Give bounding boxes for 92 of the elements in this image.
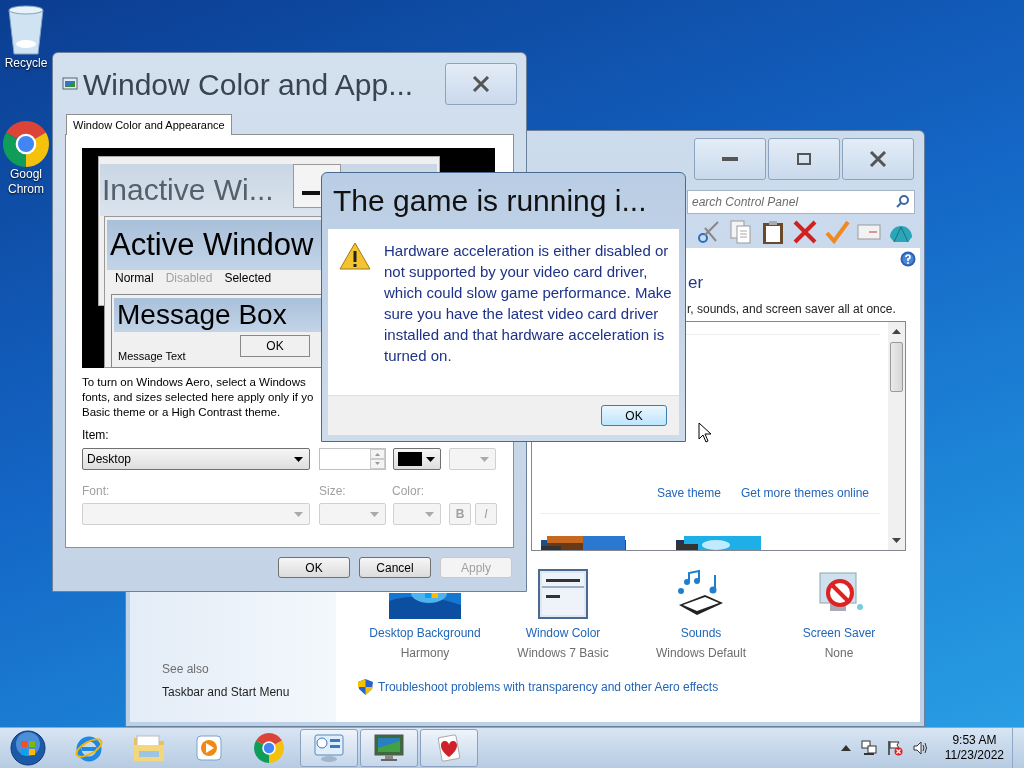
nav-link[interactable]: Taskbar and Start Menu bbox=[162, 684, 336, 700]
note-text: fonts, and sizes selected here apply only if yo bbox=[82, 390, 314, 405]
color-dropdown[interactable] bbox=[449, 448, 496, 470]
caret-icon bbox=[425, 511, 434, 517]
menu-item[interactable]: Normal bbox=[115, 270, 154, 286]
dialog-title: The game is running i... bbox=[333, 183, 647, 219]
page-heading: er bbox=[688, 272, 704, 294]
warning-icon bbox=[339, 242, 371, 270]
windows-logo-icon bbox=[10, 730, 46, 766]
link[interactable]: Save theme bbox=[656, 484, 721, 502]
delete-icon[interactable] bbox=[792, 219, 818, 245]
window-icon bbox=[62, 76, 78, 92]
link[interactable]: Troubleshoot problems with transparency and other Aero effects bbox=[378, 679, 719, 695]
scroll-up-icon[interactable] bbox=[892, 328, 901, 334]
caret-icon bbox=[370, 511, 379, 517]
help-icon[interactable] bbox=[900, 251, 916, 267]
taskbar-button[interactable] bbox=[300, 729, 358, 767]
shield-icon bbox=[358, 679, 373, 695]
setting-value: Harmony bbox=[400, 645, 450, 661]
maximize-icon bbox=[797, 153, 811, 165]
window-icon[interactable] bbox=[538, 569, 588, 619]
menu-item[interactable]: Selected bbox=[224, 270, 272, 286]
setting-value: Windows Default bbox=[655, 645, 746, 661]
message-text: Message Text bbox=[118, 349, 186, 363]
minimize-icon bbox=[302, 191, 320, 195]
icon-label: Recycle bbox=[4, 56, 48, 71]
dialog-button[interactable]: OK bbox=[278, 557, 350, 578]
note-text: Basic theme or a High Contrast theme. bbox=[82, 405, 281, 420]
color-button[interactable] bbox=[393, 448, 441, 470]
icon-label: Chrom bbox=[8, 182, 44, 197]
dialog-button[interactable]: Cancel bbox=[359, 557, 431, 578]
icon-label: Googl bbox=[9, 167, 42, 182]
mouse-pointer-icon bbox=[698, 422, 712, 444]
scrollbar[interactable] bbox=[888, 322, 905, 550]
close-icon bbox=[472, 76, 490, 92]
close-button[interactable] bbox=[445, 63, 517, 105]
tab[interactable]: Window Color and Appearance bbox=[66, 114, 232, 135]
scissors-icon[interactable] bbox=[696, 219, 722, 245]
description-text: r, sounds, and screen saver all at once. bbox=[687, 301, 896, 318]
window-title: Active Window bbox=[110, 226, 314, 264]
browser-logo-icon bbox=[254, 733, 284, 763]
minimize-icon bbox=[722, 157, 738, 161]
caret-icon bbox=[480, 456, 489, 462]
play-icon bbox=[195, 734, 223, 762]
window-title: Inactive Wi... bbox=[102, 172, 274, 208]
setting-value: Windows 7 Basic bbox=[517, 645, 609, 661]
taskbar-button[interactable] bbox=[420, 729, 478, 767]
window-title: Message Box bbox=[117, 298, 287, 332]
maximize-button[interactable] bbox=[768, 138, 840, 180]
dropdown-value: Desktop bbox=[87, 451, 133, 468]
field-label: Item: bbox=[82, 428, 110, 442]
flag-icon[interactable] bbox=[886, 740, 903, 756]
field-label: Size: bbox=[319, 484, 347, 498]
speaker-icon[interactable] bbox=[912, 740, 929, 756]
link[interactable]: Window Color bbox=[525, 625, 601, 641]
link[interactable]: Sounds bbox=[680, 625, 722, 641]
search-field[interactable]: earch Control Panel bbox=[687, 190, 915, 214]
minimize-button[interactable] bbox=[694, 138, 766, 180]
link[interactable]: Desktop Background bbox=[369, 625, 481, 641]
scroll-down-icon[interactable] bbox=[892, 538, 901, 544]
dashboard-icon bbox=[313, 733, 345, 763]
spinner-arrows-icon bbox=[370, 449, 385, 469]
up-arrow-icon[interactable] bbox=[840, 745, 851, 751]
close-button[interactable] bbox=[842, 138, 914, 180]
color-dropdown[interactable] bbox=[393, 503, 441, 525]
setting-value: None bbox=[824, 645, 854, 661]
field-label: Color: bbox=[392, 484, 424, 498]
network-icon[interactable] bbox=[860, 740, 877, 756]
message-text: Hardware acceleration is either disabled or not supported by your video card driver, which could slow game performance. Make sure you have the latest video card driver installed and that hardware acceleration is turned on. bbox=[384, 241, 673, 366]
check-icon[interactable] bbox=[824, 219, 850, 245]
scroll-thumb[interactable] bbox=[890, 342, 903, 392]
ok-button[interactable]: OK bbox=[240, 335, 310, 357]
caret-icon bbox=[294, 511, 303, 517]
field-label: Font: bbox=[82, 484, 111, 498]
clock[interactable]: 9:53 AM 11/23/2022 bbox=[944, 733, 1004, 763]
monitor-icon bbox=[373, 733, 405, 763]
ok-button[interactable]: OK bbox=[601, 405, 667, 426]
browser-logo-icon bbox=[3, 121, 49, 167]
note-text: To turn on Windows Aero, select a Windows bbox=[82, 375, 306, 390]
item-dropdown[interactable]: Desktop bbox=[82, 448, 310, 470]
taskbar-button[interactable] bbox=[360, 729, 418, 767]
close-icon bbox=[869, 151, 887, 167]
start-button[interactable] bbox=[7, 728, 49, 768]
link[interactable]: Screen Saver bbox=[802, 625, 876, 641]
folder-icon bbox=[133, 734, 165, 762]
clipboard-icon[interactable] bbox=[760, 219, 786, 245]
dialog-title: Window Color and App... bbox=[83, 67, 414, 103]
link[interactable]: Get more themes online bbox=[740, 484, 869, 502]
search-icon[interactable] bbox=[896, 194, 910, 208]
caret-icon bbox=[294, 456, 303, 462]
caret-icon bbox=[426, 456, 435, 462]
section-heading: See also bbox=[162, 661, 210, 677]
